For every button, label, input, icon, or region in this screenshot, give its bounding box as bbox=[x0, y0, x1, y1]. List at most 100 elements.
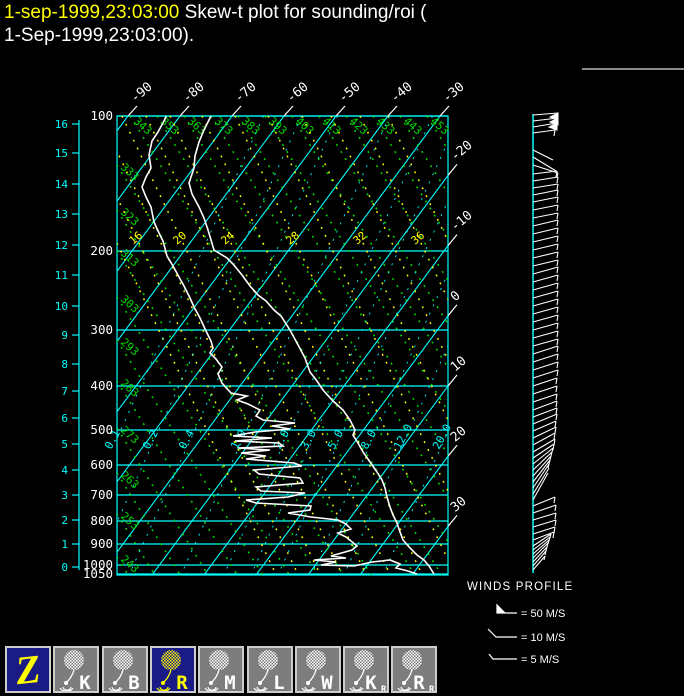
svg-text:2.0: 2.0 bbox=[271, 428, 292, 452]
svg-text:30: 30 bbox=[448, 494, 470, 516]
svg-text:363: 363 bbox=[185, 115, 208, 138]
toolbar-button-w[interactable]: W bbox=[295, 646, 341, 693]
svg-text:5: 5 bbox=[61, 438, 68, 451]
svg-text:6: 6 bbox=[61, 412, 68, 425]
svg-text:433: 433 bbox=[374, 115, 397, 138]
z-icon: Z bbox=[5, 646, 51, 694]
svg-text:800: 800 bbox=[90, 513, 113, 528]
radiosonde-balloon-icon: K bbox=[55, 648, 97, 691]
svg-text:-70: -70 bbox=[232, 79, 260, 106]
toolbar-button-subscript: R bbox=[429, 685, 435, 691]
legend-10ms-label: = 10 M/S bbox=[521, 632, 565, 644]
toolbar-button-b[interactable]: B bbox=[102, 646, 148, 693]
svg-text:443: 443 bbox=[401, 115, 424, 138]
wind-barb bbox=[533, 331, 558, 338]
svg-text:300: 300 bbox=[90, 322, 113, 337]
wind-barb bbox=[533, 205, 558, 211]
svg-text:12: 12 bbox=[55, 239, 68, 252]
svg-text:313: 313 bbox=[118, 247, 141, 270]
svg-text:9: 9 bbox=[61, 329, 68, 342]
toolbar-button-k[interactable]: K bbox=[53, 646, 99, 693]
legend-full-barb-symbol bbox=[488, 629, 517, 637]
svg-text:-50: -50 bbox=[336, 79, 364, 106]
svg-text:263: 263 bbox=[118, 469, 141, 492]
svg-text:5.0: 5.0 bbox=[325, 428, 346, 452]
wind-barb bbox=[533, 190, 558, 196]
toolbar-button-r[interactable]: R bbox=[150, 646, 196, 693]
toolbar-button-z[interactable]: Z bbox=[5, 646, 51, 693]
wind-barb bbox=[533, 427, 556, 438]
wind-barb bbox=[533, 433, 555, 445]
toolbar-button-rr[interactable]: RR bbox=[391, 646, 437, 693]
svg-text:-80: -80 bbox=[180, 79, 208, 106]
svg-text:383: 383 bbox=[239, 115, 262, 138]
wind-barb bbox=[533, 275, 558, 282]
toolbar-button-letter: R bbox=[176, 672, 188, 691]
right-temp-labels: -20-100102030 bbox=[448, 138, 476, 527]
radiosonde-balloon-icon: W bbox=[297, 648, 339, 691]
svg-text:7: 7 bbox=[61, 385, 68, 398]
svg-text:323: 323 bbox=[118, 206, 141, 229]
wind-barb bbox=[533, 362, 558, 370]
dry-adiabat-lines: 3433533633733833934034134234334434533333… bbox=[117, 115, 684, 576]
svg-text:36: 36 bbox=[409, 229, 428, 247]
svg-text:-20: -20 bbox=[448, 138, 476, 165]
svg-text:200: 200 bbox=[90, 243, 113, 258]
svg-text:16: 16 bbox=[55, 118, 68, 131]
svg-text:1: 1 bbox=[61, 538, 68, 551]
isotherm-lines bbox=[0, 116, 684, 582]
svg-text:28: 28 bbox=[284, 229, 303, 247]
svg-text:4: 4 bbox=[61, 464, 68, 477]
wind-barb bbox=[533, 267, 558, 274]
wind-barb bbox=[533, 513, 556, 520]
toolbar: ZKBRMLWKRRR bbox=[0, 644, 684, 696]
toolbar-button-letter: L bbox=[273, 672, 284, 691]
wind-barb bbox=[533, 315, 558, 322]
wind-barb bbox=[533, 354, 558, 362]
height-axis: 012345678910111213141516 bbox=[55, 118, 79, 574]
svg-text:343: 343 bbox=[131, 115, 154, 138]
wind-barb bbox=[533, 123, 557, 130]
legend-flag-symbol bbox=[497, 605, 517, 613]
toolbar-button-letter: M bbox=[224, 672, 235, 691]
toolbar-button-letter: W bbox=[321, 672, 333, 691]
wind-barb bbox=[533, 177, 558, 183]
svg-text:303: 303 bbox=[118, 293, 141, 316]
wind-barb bbox=[533, 213, 558, 219]
top-temp-labels: -90-80-70-60-50-40-30 bbox=[128, 79, 468, 116]
wind-barb bbox=[533, 386, 557, 394]
toolbar-button-kr[interactable]: KR bbox=[343, 646, 389, 693]
toolbar-button-letter: R bbox=[413, 672, 425, 691]
svg-text:100: 100 bbox=[90, 108, 113, 123]
svg-text:423: 423 bbox=[347, 115, 370, 138]
svg-text:32: 32 bbox=[351, 229, 370, 247]
toolbar-button-l[interactable]: L bbox=[247, 646, 293, 693]
svg-text:253: 253 bbox=[118, 510, 141, 533]
wind-barb bbox=[533, 236, 558, 242]
wind-profile bbox=[533, 113, 558, 573]
wind-barb bbox=[533, 401, 557, 410]
toolbar-button-m[interactable]: M bbox=[198, 646, 244, 693]
svg-text:15: 15 bbox=[55, 147, 68, 160]
svg-text:413: 413 bbox=[320, 115, 343, 138]
svg-text:10: 10 bbox=[55, 300, 68, 313]
svg-text:0.2: 0.2 bbox=[140, 428, 161, 452]
svg-text:403: 403 bbox=[293, 115, 316, 138]
wind-barb bbox=[533, 197, 558, 203]
toolbar-button-letter: K bbox=[365, 672, 377, 691]
wind-barb bbox=[533, 370, 558, 378]
wind-barb bbox=[533, 291, 558, 298]
wind-barb bbox=[533, 307, 558, 314]
svg-text:400: 400 bbox=[90, 378, 113, 393]
toolbar-button-subscript: R bbox=[381, 685, 387, 691]
svg-text:243: 243 bbox=[118, 553, 141, 576]
winds-profile-title: WINDS PROFILE bbox=[467, 581, 573, 593]
svg-text:1050: 1050 bbox=[83, 566, 113, 581]
svg-text:393: 393 bbox=[266, 115, 289, 138]
svg-text:10: 10 bbox=[448, 354, 470, 376]
wind-barb bbox=[533, 228, 558, 234]
svg-text:8: 8 bbox=[61, 358, 68, 371]
radiosonde-balloon-icon: L bbox=[249, 648, 291, 691]
svg-text:0: 0 bbox=[448, 288, 464, 305]
wind-barb bbox=[533, 260, 558, 266]
